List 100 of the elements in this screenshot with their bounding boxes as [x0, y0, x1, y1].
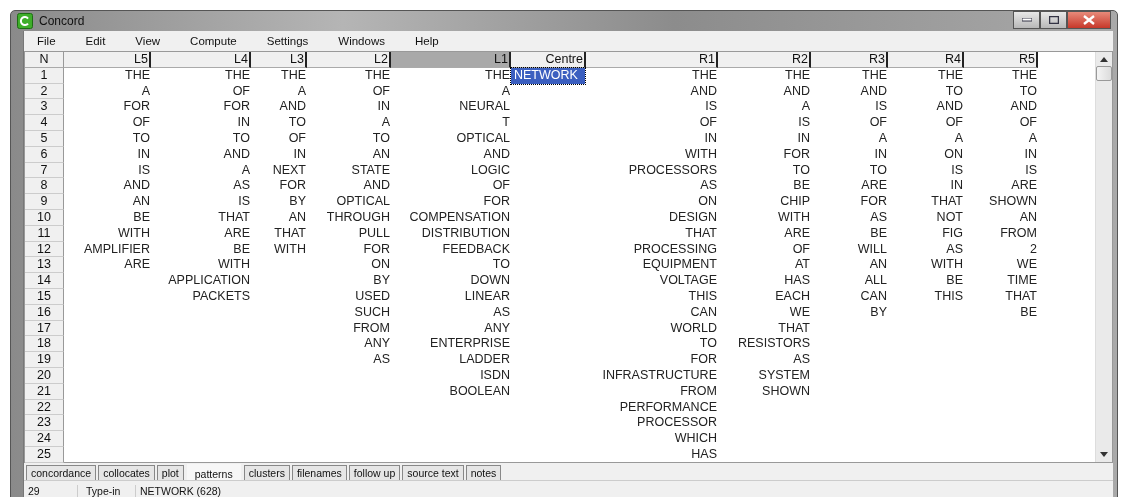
table-cell: OF	[869, 115, 887, 130]
maximize-icon	[1048, 16, 1059, 24]
table-cell: OF	[372, 83, 390, 98]
column-header[interactable]: L1	[391, 52, 511, 68]
table-cell: FOR	[860, 194, 887, 209]
table-cell: IS	[875, 99, 887, 114]
table-cell: OF	[288, 131, 306, 145]
menu-item[interactable]: View	[126, 35, 170, 47]
column-header[interactable]: L4	[151, 52, 251, 68]
column-header[interactable]: L3	[251, 52, 307, 68]
table-cell: THE	[862, 67, 887, 82]
row-number: 19	[25, 352, 64, 368]
table-cell: DESIGN	[669, 209, 717, 224]
menu-item[interactable]: Help	[405, 35, 448, 47]
menu-item[interactable]: Settings	[257, 35, 318, 47]
table-cell: WHICH	[674, 431, 717, 446]
table-cell: FOR	[279, 178, 306, 193]
row-number: 18	[25, 336, 64, 353]
scrollbar[interactable]	[1095, 52, 1112, 462]
table-cell: WILL	[857, 241, 887, 256]
column-header[interactable]: R4	[888, 52, 964, 68]
tab[interactable]: follow up	[348, 465, 401, 480]
row-number: 23	[25, 415, 64, 432]
menu-item[interactable]: Edit	[76, 35, 115, 47]
tab[interactable]: clusters	[243, 465, 290, 480]
table-cell: AMPLIFIER	[84, 241, 150, 256]
column-header[interactable]: R5	[964, 52, 1038, 68]
table-cell: AND	[1010, 99, 1037, 114]
table-cell: AN	[869, 257, 887, 272]
table-cell: WITH	[118, 225, 150, 240]
table-cell: WITH	[778, 209, 810, 224]
scroll-up-icon[interactable]	[1100, 57, 1108, 62]
table-cell: THE	[365, 67, 390, 82]
table-cell: IS	[238, 194, 250, 209]
table-cell: A	[241, 162, 250, 177]
table-cell: WITH	[931, 257, 963, 272]
maximize-button[interactable]	[1040, 11, 1067, 29]
column-header[interactable]: Centre	[511, 52, 586, 68]
menu-item[interactable]: File	[28, 35, 65, 47]
table-cell: IN	[237, 115, 250, 130]
tab[interactable]: plot	[156, 465, 184, 480]
tab[interactable]: concordance	[26, 465, 97, 480]
column-header[interactable]: L5	[64, 52, 151, 68]
table-cell: AS	[493, 304, 510, 319]
tab[interactable]: source text	[402, 465, 464, 480]
menu-item[interactable]: Compute	[181, 35, 246, 47]
column-header[interactable]: L2	[307, 52, 391, 68]
table-cell: IS	[951, 162, 963, 177]
minimize-icon	[1021, 18, 1032, 22]
table-cell: TO	[132, 131, 150, 145]
table-cell: ARE	[124, 257, 150, 272]
table-cell: PROCESSOR	[637, 415, 717, 430]
table-cell: A	[501, 83, 510, 98]
table-cell: TO	[1019, 83, 1037, 98]
table-cell: AS	[870, 209, 887, 224]
column-header[interactable]: R1	[586, 52, 718, 68]
minimize-button[interactable]	[1013, 11, 1040, 29]
column-header[interactable]: N	[25, 52, 64, 68]
table-cell: EACH	[775, 288, 810, 303]
table-cell: ARE	[861, 178, 887, 193]
table-cell: ANY	[484, 320, 510, 335]
table-cell: ON	[371, 257, 390, 272]
scroll-down-icon[interactable]	[1100, 452, 1108, 457]
menu-item[interactable]: Windows	[329, 35, 394, 47]
table-cell: A	[297, 83, 306, 98]
table-cell: FOR	[123, 99, 150, 114]
table-cell: ON	[944, 146, 963, 161]
tab[interactable]: patterns	[185, 463, 242, 480]
table-cell: ENTERPRISE	[430, 336, 510, 351]
table-cell: THAT	[274, 225, 306, 240]
tab[interactable]: filenames	[291, 465, 347, 480]
scroll-thumb[interactable]	[1096, 66, 1112, 81]
table-cell: VOLTAGE	[659, 273, 717, 288]
close-button[interactable]	[1067, 11, 1111, 29]
table-cell: IN	[797, 131, 810, 145]
table-cell: FIG	[942, 225, 963, 240]
table-cell: NOT	[936, 209, 963, 224]
table-cell: OF	[699, 115, 717, 130]
tab[interactable]: notes	[465, 465, 502, 480]
table-cell: PROCESSING	[633, 241, 717, 256]
table-cell: OF	[132, 115, 150, 130]
row-number: 8	[25, 178, 64, 195]
table-cell: IN	[137, 146, 150, 161]
table-cell: THE	[485, 67, 510, 82]
column-header[interactable]: R3	[811, 52, 888, 68]
table-cell: AS	[700, 178, 717, 193]
table-cell: OF	[232, 83, 250, 98]
table-cell: WORLD	[670, 320, 717, 335]
table-cell: LINEAR	[464, 288, 510, 303]
table-cell: AND	[123, 178, 150, 193]
table-cell: IS	[798, 115, 810, 130]
column-header[interactable]: R2	[718, 52, 811, 68]
table-cell: IN	[874, 146, 887, 161]
table-cell: PERFORMANCE	[619, 399, 717, 414]
table-cell: THE	[1012, 67, 1037, 82]
tab[interactable]: collocates	[98, 465, 155, 480]
table-cell: A	[801, 99, 810, 114]
table-cell: BE	[233, 241, 250, 256]
table-cell: HAS	[691, 446, 717, 461]
table-cell: BY	[870, 304, 887, 319]
